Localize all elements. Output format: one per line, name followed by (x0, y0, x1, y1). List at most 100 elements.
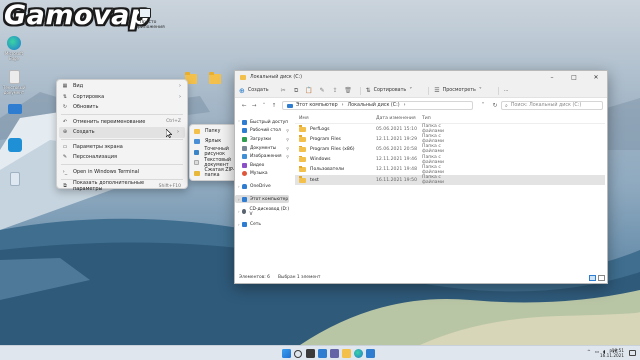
more-icon: ⧉ (63, 183, 67, 190)
refresh-icon[interactable]: ↻ (489, 102, 501, 109)
view-icon: ☰ (434, 87, 440, 94)
rename-icon[interactable]: ✎ (316, 87, 329, 94)
nav-item-videos[interactable]: Видео (235, 161, 291, 170)
tray-chevron-icon[interactable]: ^ (587, 350, 591, 355)
table-row[interactable]: PerfLogs 05.06.2021 15:10 Папка с файлам… (295, 124, 605, 134)
table-row[interactable]: Пользователи 12.11.2021 19:48 Папка с фа… (295, 165, 605, 175)
pin-icon: ⚲ (286, 136, 289, 142)
file-type: Папка с файлами (422, 175, 444, 186)
nav-item-network[interactable]: › Сеть (235, 220, 291, 229)
window-titlebar[interactable]: Локальный диск (C:) – □ ✕ (235, 71, 607, 84)
table-row-selected[interactable]: test 16.11.2021 19:50 Папка с файлами (295, 174, 605, 186)
chat-icon[interactable] (330, 349, 339, 358)
sort-button[interactable]: ⇅ Сортировать ˅ (366, 87, 416, 94)
column-header-date[interactable]: Дата изменения (376, 116, 422, 121)
delete-icon[interactable]: 🗑 (342, 87, 355, 94)
search-icon[interactable] (294, 349, 302, 358)
table-row[interactable]: Program Files (x86) 05.06.2021 20:58 Пап… (295, 144, 605, 154)
nav-label: OneDrive (250, 183, 271, 189)
file-type: Папка с файлами (422, 124, 444, 135)
folder-icon (299, 125, 306, 132)
ctx-item-sort[interactable]: ⇅ Сортировка › (57, 92, 187, 103)
display-icon: ▭ (62, 143, 68, 150)
menu-divider (61, 114, 183, 115)
sort-icon: ⇅ (62, 93, 68, 100)
chevron-right-icon: › (179, 93, 181, 100)
widgets-icon[interactable] (318, 349, 327, 358)
nav-item-desktop[interactable]: Рабочий стол ⚲ (235, 127, 291, 136)
ctx-item-personalization[interactable]: ✎ Персонализация (57, 152, 187, 163)
desktop-icon-edge[interactable]: Microsoft Edge (3, 36, 25, 61)
ctx-item-more-options[interactable]: ⧉ Показать дополнительные параметры Shif… (57, 180, 187, 192)
nav-label: Документы (250, 145, 277, 151)
recycle-bin-icon (10, 172, 20, 186)
table-row[interactable]: Program Files 12.11.2021 19:29 Папка с ф… (295, 134, 605, 144)
cut-icon[interactable]: ✂ (277, 87, 290, 94)
view-button[interactable]: ☰ Просмотреть ˅ (434, 87, 485, 94)
table-row[interactable]: Windows 12.11.2021 19:46 Папка с файлами (295, 155, 605, 165)
ctx-item-display-settings[interactable]: ▭ Параметры экрана (57, 142, 187, 153)
file-date: 12.11.2021 19:29 (376, 136, 418, 142)
breadcrumb-separator: › (341, 103, 344, 108)
ctx-item-undo-rename[interactable]: ↶ Отменить переименование Ctrl+Z (57, 117, 187, 128)
nav-item-onedrive[interactable]: › OneDrive (235, 182, 291, 191)
nav-label: Рабочий стол (250, 128, 281, 134)
picture-icon (242, 154, 247, 160)
taskbar: ^ ▭ ◖ РУС 19:51 16.11.2021 (0, 345, 640, 360)
ctx-item-view[interactable]: ▦ Вид › (57, 81, 187, 92)
new-button[interactable]: ⊕ Создать (239, 87, 269, 95)
edge-icon[interactable] (354, 349, 363, 358)
network-icon[interactable]: ▭ (595, 350, 599, 355)
nav-item-cd-drive[interactable]: › CD-дисковод (D:) V (235, 207, 291, 217)
close-button[interactable]: ✕ (585, 74, 607, 81)
forward-arrow-icon[interactable]: → (249, 103, 259, 109)
app-icon (8, 138, 22, 152)
more-options-button[interactable]: ... (504, 88, 509, 93)
breadcrumb-local-disk[interactable]: Локальный диск (C:) (348, 103, 400, 108)
notification-icon[interactable] (629, 350, 636, 356)
explorer-icon[interactable] (342, 349, 351, 358)
store-icon[interactable] (366, 349, 375, 358)
ctx-item-refresh[interactable]: ↻ Обновить (57, 102, 187, 113)
breadcrumb-this-pc[interactable]: Этот компьютер (296, 103, 338, 108)
chevron-down-icon[interactable]: ˅ (477, 102, 489, 109)
start-icon[interactable] (282, 349, 291, 358)
nav-item-music[interactable]: Музыка (235, 170, 291, 179)
maximize-button[interactable]: □ (563, 74, 585, 81)
back-arrow-icon[interactable]: ← (239, 103, 249, 109)
share-icon[interactable]: ⇪ (329, 87, 342, 94)
nav-label: Изображения (250, 154, 282, 160)
clock[interactable]: 19:51 16.11.2021 (600, 348, 624, 358)
brush-icon: ✎ (62, 154, 68, 161)
desktop-icon-recycle-bin[interactable] (4, 172, 26, 186)
column-header-type[interactable]: Тип (422, 116, 455, 121)
up-arrow-icon[interactable]: ↑ (269, 103, 279, 109)
toolbar-divider (428, 86, 430, 95)
file-date: 05.06.2021 20:58 (376, 146, 418, 152)
nav-item-this-pc[interactable]: › Этот компьютер (235, 194, 289, 204)
tiles-view-icon[interactable] (598, 275, 605, 281)
minimize-button[interactable]: – (541, 74, 563, 81)
ctx-item-terminal[interactable]: ›_ Open in Windows Terminal (57, 167, 187, 178)
nav-item-documents[interactable]: Документы ⚲ (235, 144, 291, 153)
history-chevron-icon[interactable]: ˅ (259, 103, 269, 109)
desktop-folder-icon[interactable] (209, 72, 221, 84)
column-header-name[interactable]: Имя (295, 116, 376, 121)
search-input[interactable]: ⌕ Поиск: Локальный диск (C:) (501, 101, 603, 110)
monitor-icon (8, 104, 22, 114)
ctx-shortcut: Shift+F10 (158, 183, 181, 189)
explorer-body: ˅ Быстрый доступ Рабочий стол ⚲ Загрузки… (235, 114, 607, 274)
nav-item-downloads[interactable]: Загрузки ⚲ (235, 135, 291, 144)
desktop-icon-monitor[interactable] (4, 104, 26, 114)
task-view-icon[interactable] (306, 349, 315, 358)
desktop-icon-text-document[interactable]: Текстовый документ (3, 70, 25, 95)
mouse-cursor-icon (166, 129, 172, 138)
file-type: Папка с файлами (422, 134, 444, 145)
nav-item-pictures[interactable]: Изображения ⚲ (235, 152, 291, 161)
address-bar[interactable]: Этот компьютер › Локальный диск (C:) › (282, 101, 473, 110)
desktop-icon-app[interactable] (4, 138, 26, 152)
details-view-icon[interactable] (589, 275, 596, 281)
copy-icon[interactable]: ⧉ (290, 87, 303, 95)
paste-icon[interactable]: 📋 (303, 87, 316, 94)
nav-item-quick-access[interactable]: ˅ Быстрый доступ (235, 118, 291, 127)
